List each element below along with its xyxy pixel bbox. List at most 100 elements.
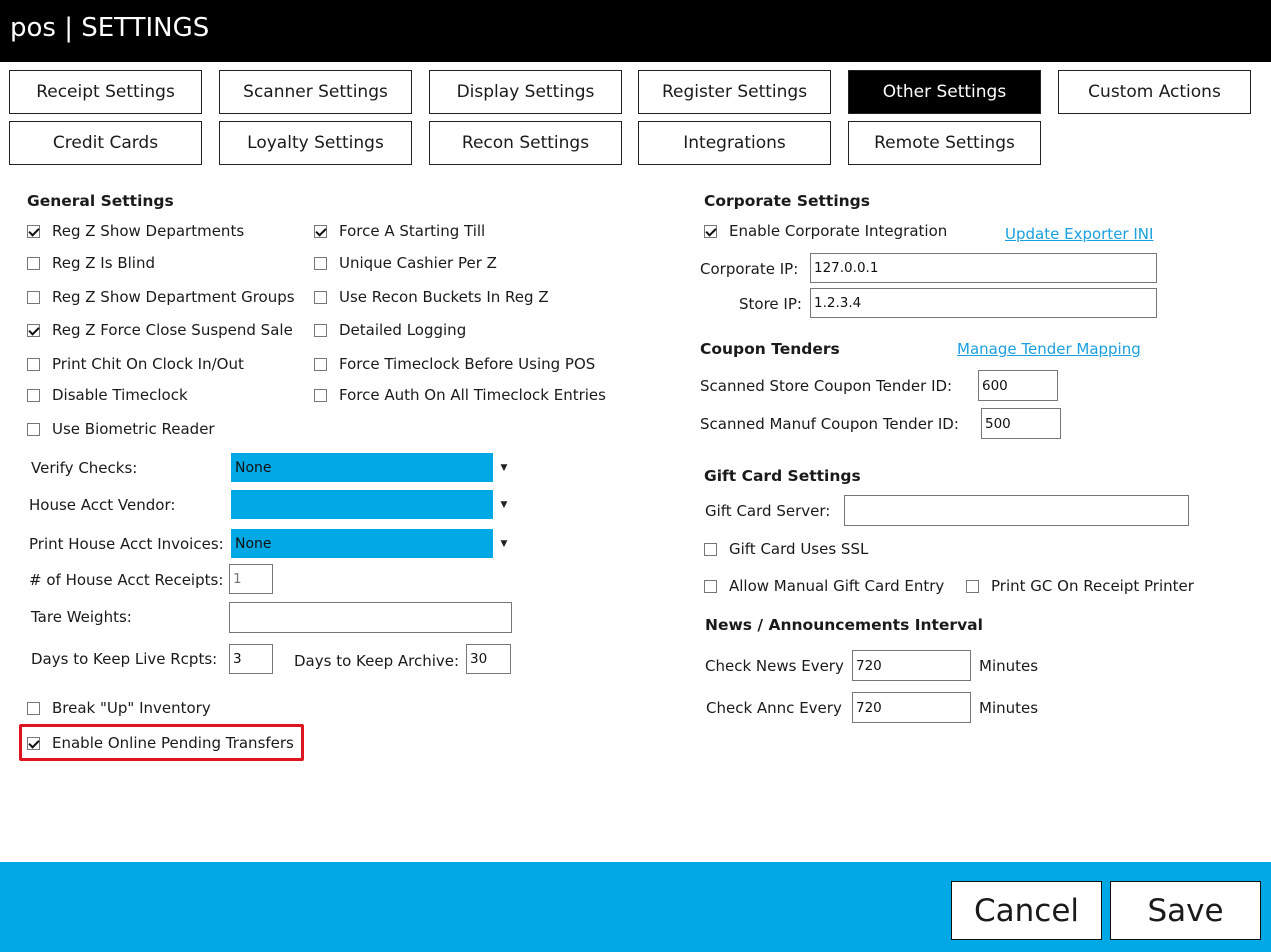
gift-card-server-input[interactable]: [844, 495, 1189, 526]
days-live-input[interactable]: 3: [229, 644, 273, 674]
checkbox-enable-corporate-integration[interactable]: Enable Corporate Integration: [704, 222, 947, 240]
checkbox-reg-z-show-department-groups[interactable]: Reg Z Show Department Groups: [27, 288, 295, 306]
general-settings-title: General Settings: [27, 192, 174, 210]
corporate-ip-input[interactable]: 127.0.0.1: [810, 253, 1157, 283]
checkbox-label: Force A Starting Till: [339, 222, 486, 240]
checkbox-detailed-logging[interactable]: Detailed Logging: [314, 321, 466, 339]
checkbox-use-recon-buckets[interactable]: Use Recon Buckets In Reg Z: [314, 288, 549, 306]
checkbox-label: Enable Corporate Integration: [729, 222, 948, 240]
checkbox-reg-z-is-blind[interactable]: Reg Z Is Blind: [27, 254, 155, 272]
checkbox-allow-manual-gift-card[interactable]: Allow Manual Gift Card Entry: [704, 577, 944, 595]
check-annc-unit: Minutes: [979, 699, 1039, 717]
checkbox-box[interactable]: [27, 290, 40, 304]
check-news-unit: Minutes: [979, 657, 1039, 675]
checkbox-box[interactable]: [314, 256, 327, 270]
checkbox-force-auth-timeclock[interactable]: Force Auth On All Timeclock Entries: [314, 386, 606, 404]
checkbox-box[interactable]: [27, 256, 40, 270]
checkbox-reg-z-show-departments[interactable]: Reg Z Show Departments: [27, 222, 244, 240]
tab-remote-settings[interactable]: Remote Settings: [848, 121, 1041, 165]
cancel-button[interactable]: Cancel: [951, 881, 1102, 940]
manuf-coupon-input[interactable]: 500: [981, 408, 1061, 439]
checkbox-force-timeclock-before-pos[interactable]: Force Timeclock Before Using POS: [314, 355, 595, 373]
checkbox-box[interactable]: [314, 224, 327, 238]
checkbox-label: Reg Z Show Departments: [52, 222, 245, 240]
store-coupon-label: Scanned Store Coupon Tender ID:: [700, 377, 953, 395]
checkbox-print-gc-receipt[interactable]: Print GC On Receipt Printer: [966, 577, 1194, 595]
checkbox-box[interactable]: [27, 357, 40, 371]
chevron-down-icon[interactable]: ▼: [494, 453, 514, 482]
checkbox-box[interactable]: [27, 422, 40, 436]
tab-recon-settings[interactable]: Recon Settings: [429, 121, 622, 165]
checkbox-label: Use Biometric Reader: [52, 420, 215, 438]
save-button[interactable]: Save: [1110, 881, 1261, 940]
checkbox-label: Use Recon Buckets In Reg Z: [339, 288, 549, 306]
update-exporter-ini-link[interactable]: Update Exporter INI: [1005, 225, 1153, 243]
checkbox-disable-timeclock[interactable]: Disable Timeclock: [27, 386, 188, 404]
checkbox-label: Print Chit On Clock In/Out: [52, 355, 244, 373]
title-bar: pos | SETTINGS: [0, 0, 1271, 62]
store-ip-input[interactable]: 1.2.3.4: [810, 288, 1157, 318]
manage-tender-mapping-link[interactable]: Manage Tender Mapping: [957, 340, 1141, 358]
tab-display-settings[interactable]: Display Settings: [429, 70, 622, 114]
days-archive-label: Days to Keep Archive:: [294, 652, 460, 670]
checkbox-gift-card-ssl[interactable]: Gift Card Uses SSL: [704, 540, 868, 558]
tab-receipt-settings[interactable]: Receipt Settings: [9, 70, 202, 114]
check-annc-input[interactable]: 720: [852, 692, 971, 723]
checkbox-label: Print GC On Receipt Printer: [991, 577, 1194, 595]
check-news-input[interactable]: 720: [852, 650, 971, 681]
print-invoices-label: Print House Acct Invoices:: [29, 535, 224, 553]
tare-weights-input[interactable]: [229, 602, 512, 633]
checkbox-reg-z-force-close-suspend-sale[interactable]: Reg Z Force Close Suspend Sale: [27, 321, 293, 339]
tab-register-settings[interactable]: Register Settings: [638, 70, 831, 114]
corporate-ip-label: Corporate IP:: [700, 260, 799, 278]
tab-integrations[interactable]: Integrations: [638, 121, 831, 165]
window-title: pos | SETTINGS: [10, 13, 210, 43]
checkbox-box[interactable]: [27, 224, 40, 238]
checkbox-box[interactable]: [704, 542, 717, 556]
verify-checks-select[interactable]: None: [231, 453, 493, 482]
chevron-down-icon[interactable]: ▼: [494, 490, 514, 519]
checkbox-box[interactable]: [314, 388, 327, 402]
house-vendor-label: House Acct Vendor:: [29, 496, 176, 514]
tab-credit-cards[interactable]: Credit Cards: [9, 121, 202, 165]
checkbox-use-biometric-reader[interactable]: Use Biometric Reader: [27, 420, 215, 438]
checkbox-box[interactable]: [704, 579, 717, 593]
tab-custom-actions[interactable]: Custom Actions: [1058, 70, 1251, 114]
days-live-label: Days to Keep Live Rcpts:: [31, 650, 218, 668]
tab-scanner-settings[interactable]: Scanner Settings: [219, 70, 412, 114]
store-coupon-input[interactable]: 600: [978, 370, 1058, 401]
checkbox-box[interactable]: [704, 224, 717, 238]
checkbox-label: Reg Z Force Close Suspend Sale: [52, 321, 293, 339]
house-vendor-select[interactable]: [231, 490, 493, 519]
checkbox-label: Break "Up" Inventory: [52, 699, 211, 717]
house-receipts-input[interactable]: 1: [229, 564, 273, 594]
checkbox-box[interactable]: [314, 290, 327, 304]
coupon-tenders-title: Coupon Tenders: [700, 340, 840, 358]
highlight-box: [19, 724, 304, 761]
checkbox-label: Force Auth On All Timeclock Entries: [339, 386, 606, 404]
checkbox-force-a-starting-till[interactable]: Force A Starting Till: [314, 222, 485, 240]
checkbox-box[interactable]: [27, 701, 40, 715]
checkbox-box[interactable]: [27, 323, 40, 337]
print-invoices-select[interactable]: None: [231, 529, 493, 558]
news-interval-title: News / Announcements Interval: [705, 616, 983, 634]
chevron-down-icon[interactable]: ▼: [494, 529, 514, 558]
checkbox-unique-cashier-per-z[interactable]: Unique Cashier Per Z: [314, 254, 497, 272]
check-annc-label: Check Annc Every: [706, 699, 842, 717]
checkbox-label: Unique Cashier Per Z: [339, 254, 497, 272]
days-archive-input[interactable]: 30: [466, 644, 511, 674]
tab-other-settings[interactable]: Other Settings: [848, 70, 1041, 114]
tab-loyalty-settings[interactable]: Loyalty Settings: [219, 121, 412, 165]
checkbox-label: Force Timeclock Before Using POS: [339, 355, 596, 373]
checkbox-box[interactable]: [27, 388, 40, 402]
checkbox-break-up-inventory[interactable]: Break "Up" Inventory: [27, 699, 211, 717]
checkbox-box[interactable]: [966, 579, 979, 593]
house-receipts-label: # of House Acct Receipts:: [29, 571, 224, 589]
tare-weights-label: Tare Weights:: [31, 608, 132, 626]
gift-card-server-label: Gift Card Server:: [705, 502, 831, 520]
checkbox-box[interactable]: [314, 323, 327, 337]
checkbox-print-chit-on-clock[interactable]: Print Chit On Clock In/Out: [27, 355, 244, 373]
checkbox-label: Reg Z Show Department Groups: [52, 288, 295, 306]
checkbox-label: Allow Manual Gift Card Entry: [729, 577, 945, 595]
checkbox-box[interactable]: [314, 357, 327, 371]
